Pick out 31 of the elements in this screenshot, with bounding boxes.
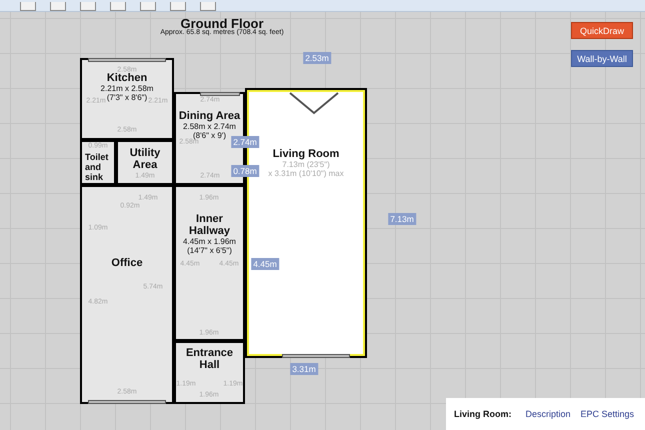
room-size: 2.21m x 2.58m [100, 84, 154, 93]
tool-button[interactable] [20, 2, 36, 11]
tool-button[interactable] [50, 2, 66, 11]
room-size-imperial: (8'6" x 9') [192, 131, 226, 140]
room-name: Utility Area [128, 147, 162, 171]
room-size: 4.45m x 1.96m [183, 237, 236, 246]
room-size-imperial: (14'7" x 6'5") [187, 246, 232, 255]
folding-door-drawing [288, 91, 340, 115]
tool-button[interactable] [170, 2, 186, 11]
tool-button[interactable] [200, 2, 216, 11]
tool-button[interactable] [110, 2, 126, 11]
window-drawing [200, 92, 240, 96]
room-name: Living Room [272, 148, 340, 160]
tool-button[interactable] [80, 2, 96, 11]
room-size: 2.58m x 2.74m [183, 122, 236, 131]
room-size: 7.13m (23'5") [282, 160, 330, 169]
quickdraw-button[interactable]: QuickDraw [571, 22, 633, 39]
panel-link[interactable]: EPC Settings [580, 409, 634, 419]
selected-room-label: Living Room: [454, 409, 512, 419]
room-size-imperial: (7'3" x 8'6") [106, 93, 148, 102]
room-name: Toilet and sink [85, 152, 110, 182]
room-name: Office [110, 257, 144, 269]
room-size-imperial: x 3.31m (10'10") max [268, 169, 344, 178]
room-name: Entrance Hall [184, 347, 234, 371]
tool-button[interactable] [140, 2, 156, 11]
room-name: Inner Hallway [188, 213, 231, 237]
room-name: Kitchen [106, 72, 148, 84]
panel-link[interactable]: Description [526, 409, 571, 419]
window-drawing [282, 354, 350, 358]
wall-by-wall-button[interactable]: Wall-by-Wall [571, 50, 633, 67]
room-name: Dining Area [178, 110, 242, 122]
